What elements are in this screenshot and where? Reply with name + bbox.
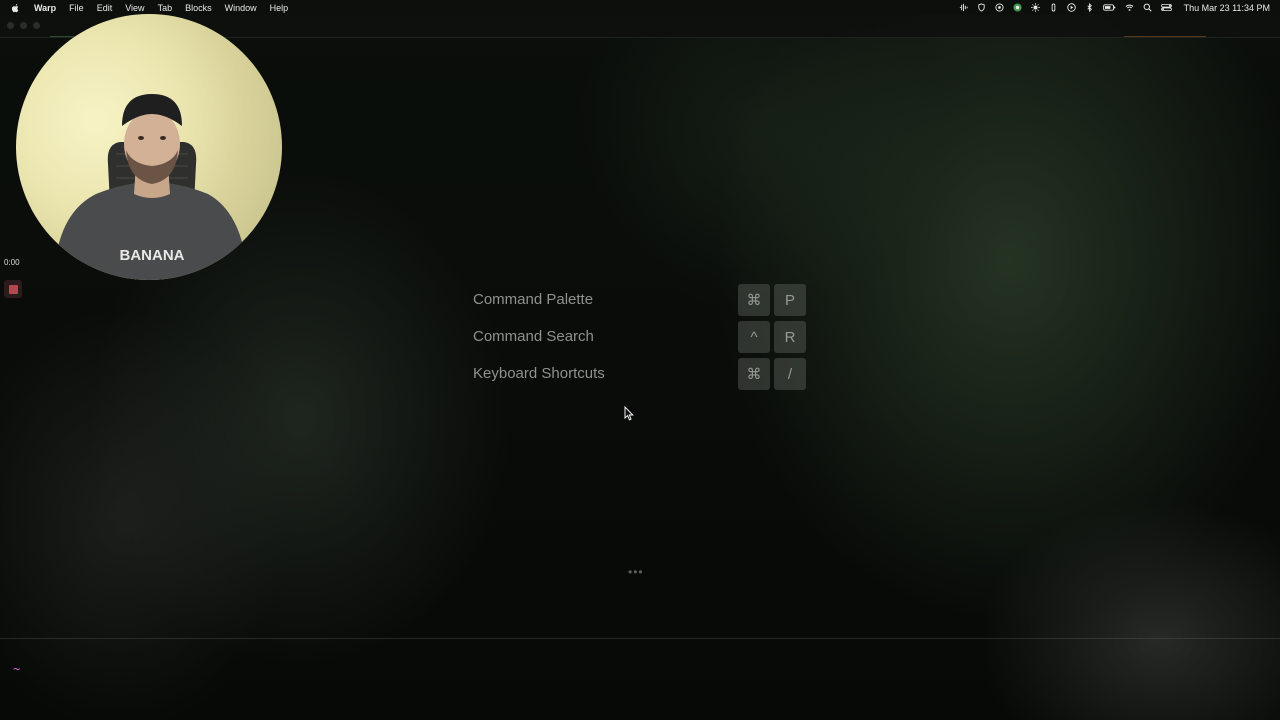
terminal-prompt[interactable]: ~ <box>13 662 20 676</box>
tab-indicator <box>50 36 74 37</box>
zoom-window-button[interactable] <box>33 22 40 29</box>
menu-window[interactable]: Window <box>225 3 257 13</box>
mouse-cursor-icon <box>624 406 634 421</box>
battery-icon[interactable] <box>1102 3 1116 12</box>
shortcut-keyboard-shortcuts[interactable]: Keyboard Shortcuts ⌘ / <box>473 358 807 390</box>
cmd-key-icon: ⌘ <box>738 358 770 390</box>
hat-icon[interactable] <box>995 3 1004 12</box>
menu-file[interactable]: File <box>69 3 84 13</box>
chrome-icon[interactable] <box>1013 3 1022 12</box>
tab-indicator-right <box>1124 36 1206 37</box>
menu-help[interactable]: Help <box>270 3 289 13</box>
play-icon[interactable] <box>1066 3 1076 12</box>
waveform-icon[interactable] <box>959 3 968 12</box>
shortcut-command-palette[interactable]: Command Palette ⌘ P <box>473 284 807 316</box>
bluetooth-icon[interactable] <box>1085 3 1094 12</box>
search-icon[interactable] <box>1143 3 1152 12</box>
shortcut-command-search[interactable]: Command Search ^ R <box>473 321 807 353</box>
menu-app-name[interactable]: Warp <box>34 3 56 13</box>
presenter-illustration: BANANA <box>54 94 248 280</box>
stop-recording-button[interactable] <box>4 280 22 298</box>
menu-view[interactable]: View <box>125 3 144 13</box>
ctrl-key-icon: ^ <box>738 321 770 353</box>
shortcut-key: R <box>774 321 806 353</box>
cmd-key-icon: ⌘ <box>738 284 770 316</box>
control-center-icon[interactable] <box>1160 3 1172 12</box>
apple-logo-icon[interactable] <box>10 3 20 13</box>
webcam-overlay: BANANA <box>16 14 282 280</box>
input-divider <box>0 638 1280 639</box>
shirt-text: BANANA <box>120 247 185 264</box>
loading-dots: ••• <box>628 565 644 579</box>
stop-icon <box>8 284 18 294</box>
shield-icon[interactable] <box>977 3 986 12</box>
shortcut-label: Command Palette <box>473 291 594 308</box>
shortcut-key: P <box>774 284 806 316</box>
status-area: Thu Mar 23 11:34 PM <box>950 3 1270 13</box>
wifi-icon[interactable] <box>1125 3 1134 12</box>
close-window-button[interactable] <box>7 22 14 29</box>
menu-bar: Warp File Edit View Tab Blocks Window He… <box>0 0 1280 15</box>
recording-timer: 0:00 <box>4 258 20 267</box>
pen-icon[interactable] <box>1049 3 1058 12</box>
desktop-background: Warp File Edit View Tab Blocks Window He… <box>0 0 1280 720</box>
sun-icon[interactable] <box>1030 3 1040 12</box>
menu-edit[interactable]: Edit <box>97 3 113 13</box>
menu-tab[interactable]: Tab <box>158 3 173 13</box>
minimize-window-button[interactable] <box>20 22 27 29</box>
shortcut-key: / <box>774 358 806 390</box>
menu-blocks[interactable]: Blocks <box>185 3 212 13</box>
shortcut-label: Command Search <box>473 328 594 345</box>
menubar-clock[interactable]: Thu Mar 23 11:34 PM <box>1184 3 1270 13</box>
shortcut-label: Keyboard Shortcuts <box>473 365 605 382</box>
